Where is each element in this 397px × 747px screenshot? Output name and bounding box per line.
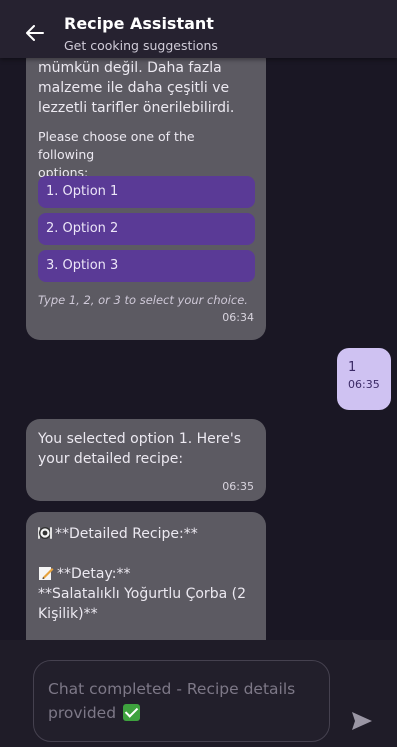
send-icon	[352, 712, 372, 730]
message-timestamp: 06:34	[222, 311, 254, 324]
arrow-left-icon	[26, 25, 44, 41]
message-text: lezzetli tarifler önerilebilirdi.	[38, 100, 235, 116]
option-button-1[interactable]: 1. Option 1	[38, 176, 255, 208]
page-title: Recipe Assistant	[64, 14, 214, 33]
option-button-2[interactable]: 2. Option 2	[38, 213, 255, 245]
message-text: 1	[348, 360, 357, 375]
bot-message-bubble: **Detailed Recipe:** **Detay:** **Salata…	[26, 512, 266, 640]
message-text: malzeme ile daha çeşitli ve	[38, 80, 230, 96]
recipe-detail-line: **Detay:**	[38, 564, 254, 584]
message-text: mümkün değil. Daha fazla	[38, 60, 222, 76]
recipe-heading-line: **Detailed Recipe:**	[38, 524, 254, 544]
message-input[interactable]: Chat completed - Recipe details provided	[33, 660, 330, 742]
user-message-bubble: 1 06:35	[337, 348, 391, 410]
message-text: **Detay:**	[57, 566, 131, 582]
option-button-3[interactable]: 3. Option 3	[38, 250, 255, 282]
message-text: Kişilik)**	[38, 606, 98, 622]
app-bar: Recipe Assistant Get cooking suggestions	[0, 0, 397, 58]
message-text: **Salatalıklı Yoğurtlu Çorba (2	[38, 586, 246, 602]
memo-pencil-icon	[39, 567, 54, 580]
check-mark-button-icon	[123, 704, 140, 721]
input-text-line: Chat completed - Recipe details	[48, 680, 296, 698]
message-text: your detailed recipe:	[38, 451, 184, 467]
options-prompt: Please choose one of the following	[38, 129, 195, 162]
message-timestamp: 06:35	[348, 378, 380, 391]
message-timestamp: 06:35	[222, 480, 254, 493]
message-text: **Detailed Recipe:**	[55, 526, 198, 542]
bot-message-bubble: mümkün değil. Daha fazla malzeme ile dah…	[26, 58, 266, 340]
fork-knife-plate-icon	[38, 526, 52, 540]
input-text-line: provided	[48, 704, 117, 722]
bot-message-bubble: You selected option 1. Here's your detai…	[26, 419, 266, 501]
message-text: You selected option 1. Here's	[38, 431, 241, 447]
input-placeholder: Chat completed - Recipe details provided	[48, 677, 318, 725]
chat-message-list[interactable]: mümkün değil. Daha fazla malzeme ile dah…	[0, 58, 397, 640]
message-composer: Chat completed - Recipe details provided	[0, 640, 397, 747]
back-button[interactable]	[22, 20, 48, 46]
selection-hint: Type 1, 2, or 3 to select your choice.	[38, 293, 248, 307]
page-subtitle: Get cooking suggestions	[64, 38, 218, 53]
send-button[interactable]	[350, 710, 374, 732]
